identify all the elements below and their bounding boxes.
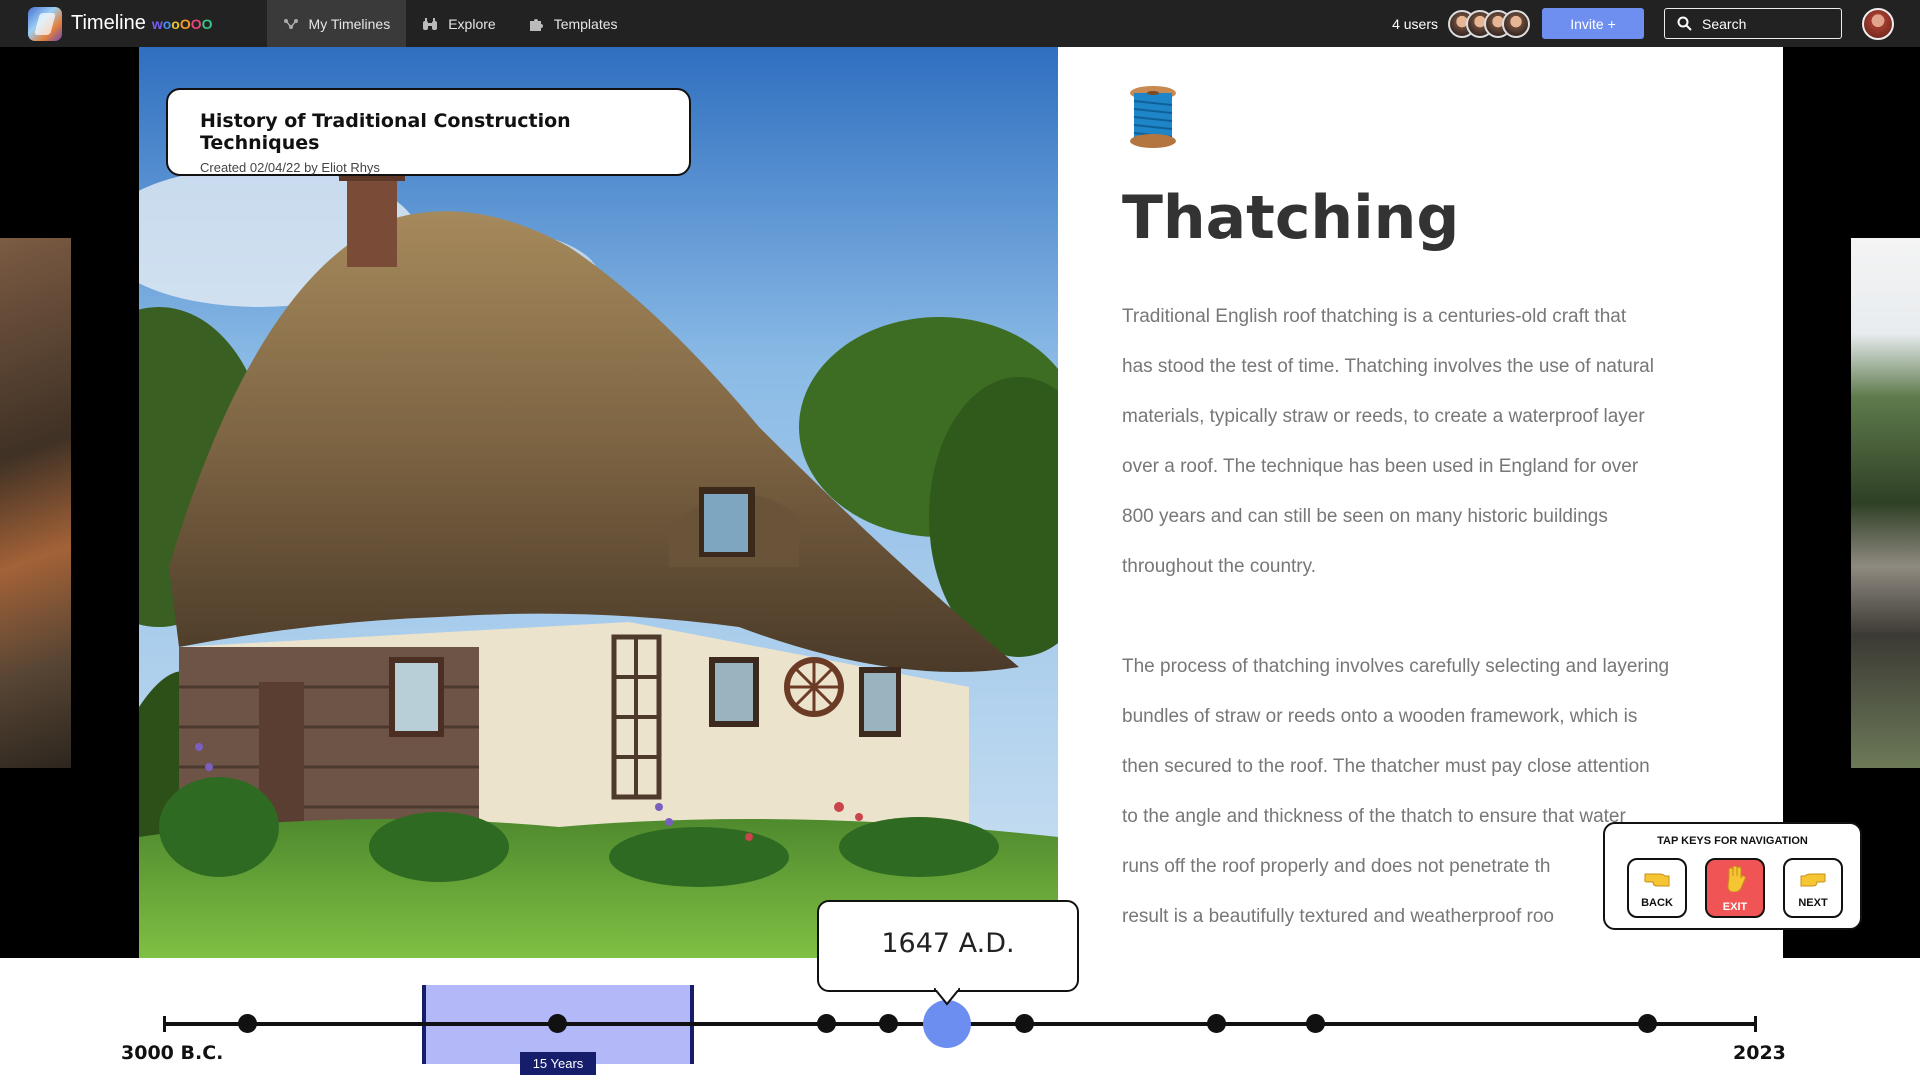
nav-label: Templates xyxy=(553,15,618,32)
brand-dots: wooOOO xyxy=(151,15,213,32)
puzzle-icon xyxy=(528,17,544,31)
paragraph-line: Traditional English roof thatching is a … xyxy=(1122,306,1627,327)
next-slide-preview[interactable] xyxy=(1851,238,1920,768)
timeline-event-dot[interactable] xyxy=(548,1014,567,1033)
timelines-icon xyxy=(283,17,299,31)
paragraph-line: last for decades if maintained properly.… xyxy=(1122,942,1732,958)
search-input[interactable]: Search xyxy=(1664,8,1842,39)
previous-slide-preview[interactable] xyxy=(0,238,71,768)
search-placeholder: Search xyxy=(1702,15,1747,32)
event-title: Thatching xyxy=(1122,183,1460,253)
hand-pointing-left-icon xyxy=(1629,866,1685,893)
invite-button[interactable]: Invite + xyxy=(1542,8,1644,39)
paragraph-line: has stood the test of time. Thatching in… xyxy=(1122,356,1654,377)
exit-label: EXIT xyxy=(1722,901,1748,913)
key-navigation-panel: TAP KEYS FOR NAVIGATION BACK EXIT NEXT xyxy=(1603,822,1862,930)
back-button[interactable]: BACK xyxy=(1627,858,1687,918)
paragraph-line: bundles of straw or reeds onto a wooden … xyxy=(1122,706,1638,727)
bubble-pointer xyxy=(934,988,960,1006)
timeline-start-tick xyxy=(163,1016,166,1032)
thread-spool-icon xyxy=(1128,85,1178,154)
timeline-title-card[interactable]: History of Traditional Construction Tech… xyxy=(166,88,691,176)
nav-label: Explore xyxy=(448,15,496,32)
collaborator-avatars[interactable] xyxy=(1448,9,1530,38)
timeline-meta: Created 02/04/22 by Eliot Rhys xyxy=(200,160,380,175)
timeline-event-dot[interactable] xyxy=(1306,1014,1325,1033)
timeline-end-label: 2023 xyxy=(1733,1042,1786,1064)
range-duration-label: 15 Years xyxy=(520,1052,596,1075)
timeline-event-dot[interactable] xyxy=(1638,1014,1657,1033)
next-label: NEXT xyxy=(1798,897,1828,909)
event-photo xyxy=(139,47,1058,958)
paragraph-line: throughout the country. xyxy=(1122,556,1316,577)
timeline-event-dot[interactable] xyxy=(1207,1014,1226,1033)
users-count: 4 users xyxy=(1392,15,1438,32)
back-label: BACK xyxy=(1641,897,1673,909)
timeline-logo-icon xyxy=(28,6,62,41)
timeline-event-dot[interactable] xyxy=(879,1014,898,1033)
paragraph-line: 800 years and can still be seen on many … xyxy=(1122,506,1608,527)
nav-my-timelines[interactable]: My Timelines xyxy=(266,0,407,47)
search-icon xyxy=(1677,16,1692,31)
nav-templates[interactable]: Templates xyxy=(512,0,634,47)
app-name: Timeline xyxy=(71,12,146,34)
user-avatar[interactable] xyxy=(1862,7,1894,40)
avatar xyxy=(1502,9,1530,38)
main-nav: My Timelines Explore Templates xyxy=(266,0,634,47)
app-logo[interactable]: Timeline wooOOO xyxy=(28,6,213,41)
current-event-marker[interactable] xyxy=(923,1000,971,1048)
hand-pointing-right-icon xyxy=(1785,866,1841,893)
paragraph-line: The process of thatching involves carefu… xyxy=(1122,656,1670,677)
timeline-end-tick xyxy=(1754,1016,1757,1032)
paragraph-line: materials, typically straw or reeds, to … xyxy=(1122,406,1645,427)
timeline-title: History of Traditional Construction Tech… xyxy=(200,110,571,154)
timeline-start-label: 3000 B.C. xyxy=(121,1042,224,1064)
binoculars-icon xyxy=(422,17,438,31)
exit-button[interactable]: EXIT xyxy=(1705,858,1765,918)
timeline-event-dot[interactable] xyxy=(817,1014,836,1033)
paragraph-line: over a roof. The technique has been used… xyxy=(1122,456,1639,477)
key-navigation-label: TAP KEYS FOR NAVIGATION xyxy=(1657,835,1808,847)
top-bar: Timeline wooOOO My Timelines Explore Tem… xyxy=(0,0,1920,47)
timeline-event-dot[interactable] xyxy=(238,1014,257,1033)
current-date: 1647 A.D. xyxy=(881,928,1015,959)
nav-explore[interactable]: Explore xyxy=(406,0,511,47)
next-button[interactable]: NEXT xyxy=(1783,858,1843,918)
event-paragraph-1: Traditional English roof thatching is a … xyxy=(1122,292,1732,592)
nav-label: My Timelines xyxy=(308,15,391,32)
raised-hand-icon xyxy=(1707,865,1763,897)
timeline-event-dot[interactable] xyxy=(1015,1014,1034,1033)
current-date-bubble: 1647 A.D. xyxy=(817,900,1079,992)
header-right: 4 users Invite + Search xyxy=(1392,0,1920,47)
paragraph-line: then secured to the roof. The thatcher m… xyxy=(1122,756,1650,777)
